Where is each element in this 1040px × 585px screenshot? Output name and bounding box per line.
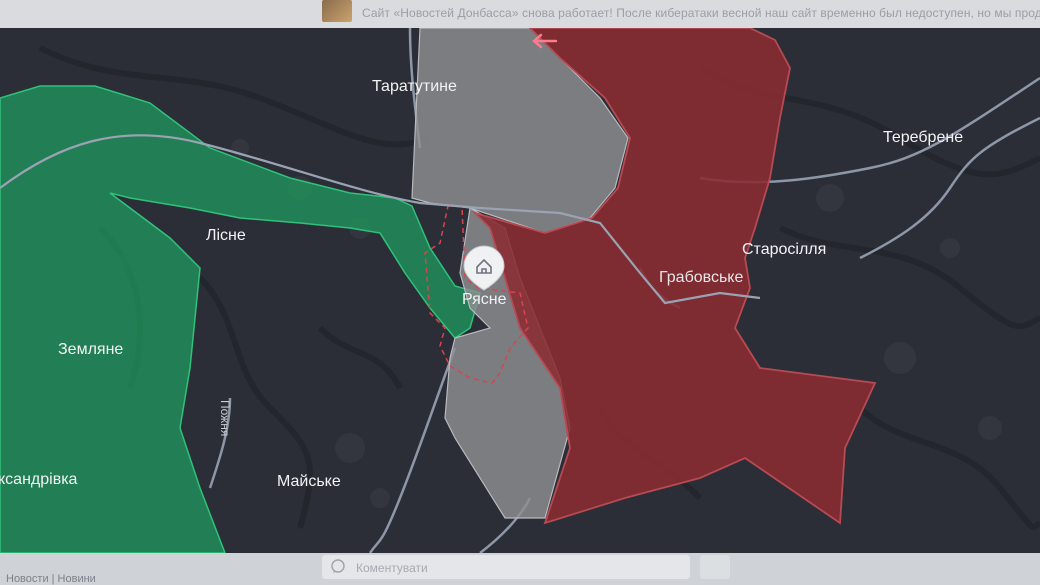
label-oleksandrivka: ксандрівка: [0, 471, 78, 488]
label-pozhnia: Пожня: [218, 400, 232, 436]
breadcrumb-text[interactable]: Новости | Новини: [6, 573, 96, 585]
label-terebrene: Теребрене: [883, 129, 963, 146]
bottom-bar: Новости | Новини Коментувати: [0, 553, 1040, 585]
comment-placeholder: Коментувати: [356, 561, 428, 575]
label-grabovske: Грабовське: [659, 269, 743, 286]
label-zemliane: Землянe: [58, 341, 123, 358]
comment-icon: [331, 559, 345, 573]
label-lisne: Лісне: [206, 227, 246, 244]
news-ticker-text[interactable]: Сайт «Новостей Донбасса» снова работает!…: [362, 6, 1040, 20]
map-viewport[interactable]: Таратутине Теребрене Лісне Старосілля Гр…: [0, 28, 1040, 553]
map-canvas[interactable]: Таратутине Теребрене Лісне Старосілля Гр…: [0, 28, 1040, 553]
label-maiske: Майське: [277, 473, 341, 490]
label-taratutyne: Таратутине: [372, 78, 457, 95]
label-starosillia: Старосілля: [742, 241, 826, 258]
label-riasne: Рясне: [462, 291, 507, 308]
send-button[interactable]: [700, 555, 730, 579]
news-ticker-strip: Сайт «Новостей Донбасса» снова работает!…: [0, 0, 1040, 28]
news-thumbnail[interactable]: [322, 0, 352, 22]
